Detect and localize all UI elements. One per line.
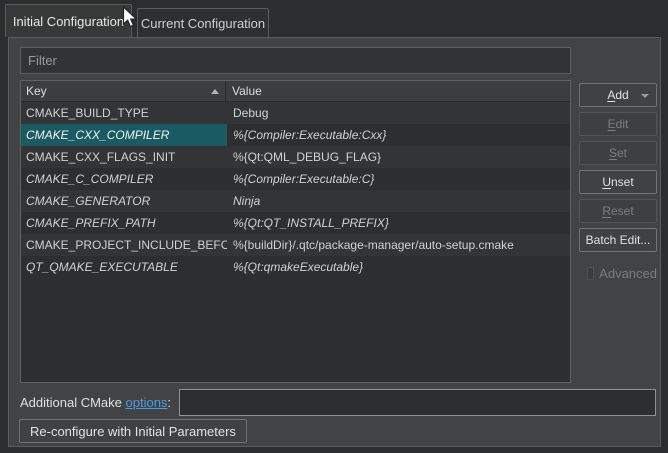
value-cell[interactable]: %{Compiler:Executable:Cxx} bbox=[227, 124, 570, 146]
key-cell[interactable]: CMAKE_CXX_FLAGS_INIT bbox=[21, 146, 227, 168]
value-cell[interactable]: %{buildDir}/.qtc/package-manager/auto-se… bbox=[227, 234, 570, 256]
value-cell[interactable]: %{Qt:QML_DEBUG_FLAG} bbox=[227, 146, 570, 168]
reset-button[interactable]: Reset bbox=[579, 199, 657, 223]
table-row: CMAKE_CXX_FLAGS_INIT %{Qt:QML_DEBUG_FLAG… bbox=[21, 146, 570, 168]
button-label: Reset bbox=[602, 204, 633, 218]
edit-button[interactable]: Edit bbox=[579, 112, 657, 136]
value-cell[interactable]: Ninja bbox=[227, 190, 570, 212]
additional-cmake-options-input[interactable] bbox=[179, 389, 656, 416]
add-button[interactable]: Add bbox=[579, 83, 657, 107]
checkbox-icon bbox=[587, 267, 594, 280]
value-cell[interactable]: %{Qt:qmakeExecutable} bbox=[227, 256, 570, 278]
value-cell[interactable]: %{Compiler:Executable:C} bbox=[227, 168, 570, 190]
unset-button[interactable]: Unset bbox=[579, 170, 657, 194]
table-row: CMAKE_PREFIX_PATH %{Qt:QT_INSTALL_PREFIX… bbox=[21, 212, 570, 234]
key-cell[interactable]: QT_QMAKE_EXECUTABLE bbox=[21, 256, 227, 278]
key-cell[interactable]: CMAKE_PREFIX_PATH bbox=[21, 212, 227, 234]
key-cell[interactable]: CMAKE_PROJECT_INCLUDE_BEFORE bbox=[21, 234, 227, 256]
button-label: Edit bbox=[608, 117, 629, 131]
column-label: Value bbox=[232, 84, 262, 98]
initial-configuration-pane: Key Value CMAKE_BUILD_TYPE Debug CMAKE_C… bbox=[8, 37, 661, 447]
table-row: CMAKE_CXX_COMPILER %{Compiler:Executable… bbox=[21, 124, 570, 146]
button-label: Set bbox=[609, 146, 627, 160]
table-row: QT_QMAKE_EXECUTABLE %{Qt:qmakeExecutable… bbox=[21, 256, 570, 278]
sort-ascending-icon bbox=[211, 89, 219, 94]
button-label: Batch Edit... bbox=[586, 233, 651, 247]
additional-cmake-options-row: Additional CMake options: bbox=[20, 389, 656, 416]
cmake-variables-table: Key Value CMAKE_BUILD_TYPE Debug CMAKE_C… bbox=[20, 80, 571, 383]
options-link[interactable]: options bbox=[126, 395, 168, 410]
column-header-value[interactable]: Value bbox=[226, 81, 570, 101]
cmake-configuration-panel: Initial Configuration Current Configurat… bbox=[0, 0, 668, 453]
dropdown-arrow-icon bbox=[641, 94, 649, 98]
batch-edit-button[interactable]: Batch Edit... bbox=[579, 228, 657, 252]
value-cell[interactable]: Debug bbox=[227, 102, 570, 124]
key-cell[interactable]: CMAKE_BUILD_TYPE bbox=[21, 102, 227, 124]
advanced-checkbox[interactable]: Advanced bbox=[579, 266, 657, 281]
reconfigure-button[interactable]: Re-configure with Initial Parameters bbox=[19, 419, 247, 443]
filter-input[interactable] bbox=[20, 47, 571, 74]
table-header: Key Value bbox=[21, 81, 570, 102]
tab-bar: Initial Configuration Current Configurat… bbox=[0, 0, 668, 37]
action-button-column: Add Edit Set Unset Reset Batch Edit... A… bbox=[579, 83, 657, 281]
key-cell-selected[interactable]: CMAKE_CXX_COMPILER bbox=[21, 124, 227, 146]
column-label: Key bbox=[26, 84, 47, 98]
set-button[interactable]: Set bbox=[579, 141, 657, 165]
tab-label: Initial Configuration bbox=[13, 14, 124, 29]
table-row: CMAKE_BUILD_TYPE Debug bbox=[21, 102, 570, 124]
button-label: Unset bbox=[602, 175, 633, 189]
checkbox-label: Advanced bbox=[599, 266, 657, 281]
value-cell[interactable]: %{Qt:QT_INSTALL_PREFIX} bbox=[227, 212, 570, 234]
key-cell[interactable]: CMAKE_C_COMPILER bbox=[21, 168, 227, 190]
table-row: CMAKE_PROJECT_INCLUDE_BEFORE %{buildDir}… bbox=[21, 234, 570, 256]
table-row: CMAKE_C_COMPILER %{Compiler:Executable:C… bbox=[21, 168, 570, 190]
tab-initial-configuration[interactable]: Initial Configuration bbox=[5, 4, 132, 37]
tab-label: Current Configuration bbox=[141, 16, 265, 31]
options-label-suffix: : bbox=[167, 395, 171, 410]
options-label-prefix: Additional CMake bbox=[20, 395, 126, 410]
column-header-key[interactable]: Key bbox=[21, 81, 226, 101]
table-row: CMAKE_GENERATOR Ninja bbox=[21, 190, 570, 212]
tab-current-configuration[interactable]: Current Configuration bbox=[137, 8, 269, 37]
key-cell[interactable]: CMAKE_GENERATOR bbox=[21, 190, 227, 212]
button-label: Add bbox=[607, 88, 628, 102]
